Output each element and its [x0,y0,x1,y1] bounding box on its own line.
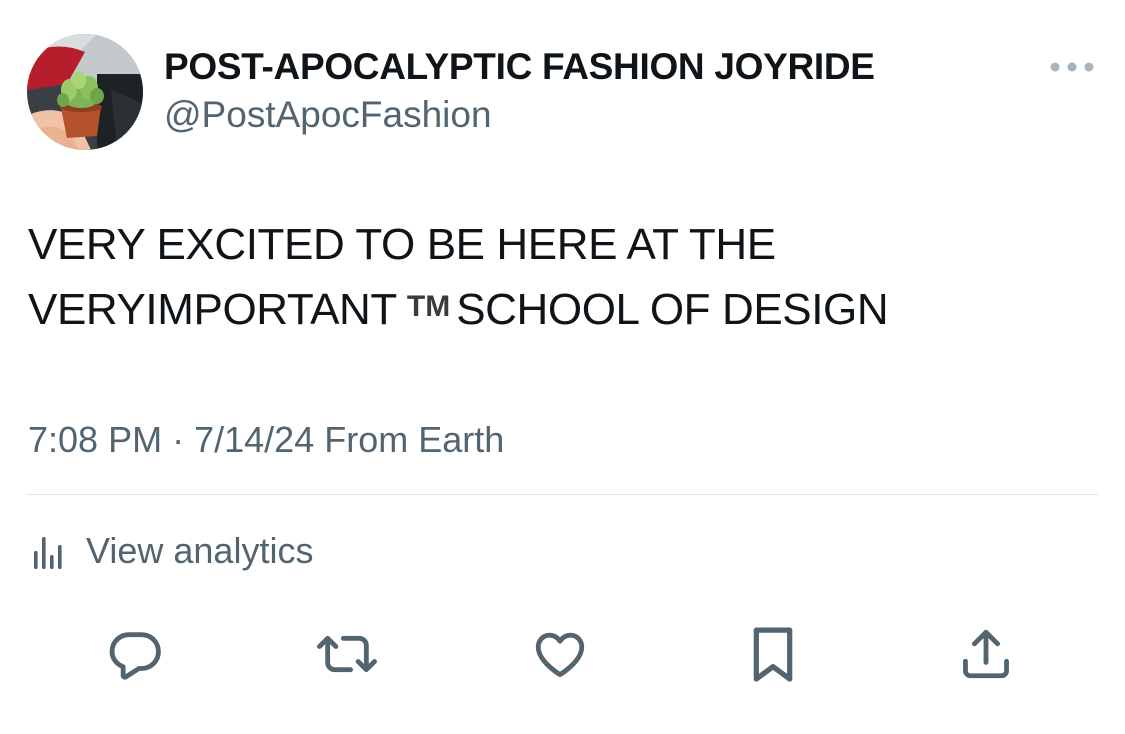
tweet-text-line-1: VERY EXCITED TO BE HERE AT THE [28,220,776,269]
bookmark-icon [753,627,793,682]
tweet-date[interactable]: 7/14/24 [194,419,314,460]
reply-button[interactable] [103,622,167,686]
analytics-icon [34,537,62,569]
share-button[interactable] [954,622,1018,686]
trademark-symbol: TM [406,290,451,323]
view-analytics-label: View analytics [86,530,314,571]
heart-icon [535,632,585,677]
tweet-text-school-of-design: SCHOOL OF DESIGN [456,285,889,334]
avatar-image [27,34,143,150]
share-icon [963,629,1009,679]
retweet-button[interactable] [315,622,379,686]
tweet: POST-APOCALYPTIC FASHION JOYRIDE @PostAp… [0,0,1125,734]
bookmark-button[interactable] [741,622,805,686]
avatar[interactable] [27,34,143,150]
more-horizontal-icon [1050,62,1094,72]
view-analytics-button[interactable]: View analytics [28,528,313,574]
reply-icon [109,632,161,680]
author-display-name[interactable]: POST-APOCALYPTIC FASHION JOYRIDE [164,44,875,90]
more-options-button[interactable] [1042,50,1102,84]
tweet-text: VERY EXCITED TO BE HERE AT THE VERYIMPOR… [28,214,1098,341]
like-button[interactable] [528,622,592,686]
author-handle[interactable]: @PostApocFashion [164,92,492,138]
meta-separator: · [172,419,185,460]
retweet-icon [317,635,377,673]
tweet-meta: 7:08 PM · 7/14/24 From Earth [28,418,504,462]
tweet-source: From Earth [324,419,505,460]
divider [27,494,1098,495]
tweet-text-line-2: VERYIMPORTANT TM SCHOOL OF DESIGN [28,276,1098,341]
tweet-text-word-veryimportant: VERYIMPORTANT [28,285,397,334]
tweet-time[interactable]: 7:08 PM [28,419,162,460]
